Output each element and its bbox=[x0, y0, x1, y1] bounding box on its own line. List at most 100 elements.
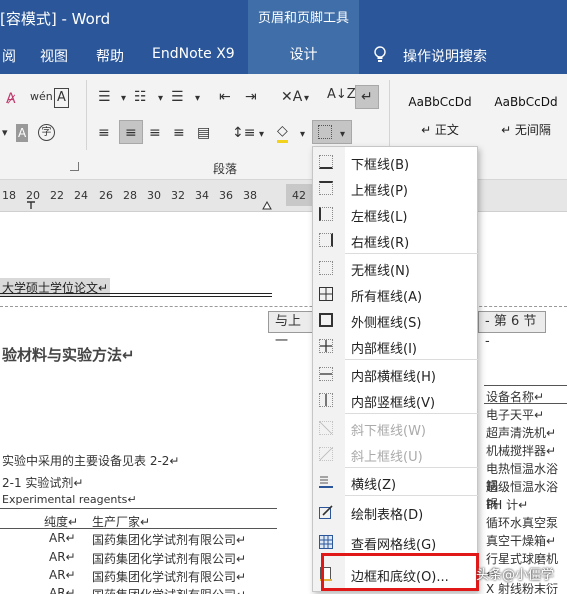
outside-borders-icon bbox=[319, 313, 333, 327]
menu-item-left-border[interactable]: 左框线(L) bbox=[313, 201, 477, 227]
char-shading-icon[interactable]: A bbox=[16, 124, 29, 142]
menu-item-inside-horizontal[interactable]: 内部横框线(H) bbox=[313, 361, 477, 387]
table-cell[interactable]: 国药集团化学试剂有限公司↵ bbox=[92, 550, 246, 567]
menu-item-label: 斜下框线(W) bbox=[351, 424, 426, 439]
ruler-number: 32 bbox=[171, 189, 185, 202]
menu-item-diagonal-up[interactable]: 斜上框线(U) bbox=[313, 441, 477, 467]
shading-icon[interactable]: ◇ bbox=[277, 122, 288, 143]
decrease-indent-icon[interactable]: ⇤ bbox=[219, 88, 231, 106]
bullets-icon[interactable]: ☰ bbox=[98, 88, 111, 106]
chevron-down-icon[interactable]: ▾ bbox=[259, 126, 264, 144]
clear-format-icon[interactable]: A̷ bbox=[6, 90, 16, 108]
menu-item-top-border[interactable]: 上框线(P) bbox=[313, 175, 477, 201]
table-cell[interactable]: 国药集团化学试剂有限公司↵ bbox=[92, 568, 246, 585]
menu-item-label: 下框线(B) bbox=[351, 158, 410, 173]
menu-item-all-borders[interactable]: 所有框线(A) bbox=[313, 281, 477, 307]
menu-item-label: 斜上框线(U) bbox=[351, 450, 423, 465]
table-rule bbox=[484, 385, 567, 386]
text-direction-icon[interactable]: ✕A bbox=[281, 88, 302, 106]
body-paragraph[interactable]: 实验中采用的主要设备见表 2-2↵ bbox=[2, 452, 179, 469]
table-caption-en[interactable]: Experimental reagents↵ bbox=[2, 493, 137, 506]
align-left-icon[interactable]: ≡ bbox=[98, 124, 110, 142]
menu-item-view-gridlines[interactable]: 查看网格线(G) bbox=[313, 529, 477, 555]
ruler-number: 36 bbox=[219, 189, 233, 202]
menu-item-right-border[interactable]: 右框线(R) bbox=[313, 227, 477, 253]
chevron-down-icon[interactable]: ▾ bbox=[300, 126, 305, 144]
section-tag: - 第 6 节 - bbox=[478, 311, 546, 349]
font-dialog-launcher-icon[interactable] bbox=[70, 162, 79, 171]
document-page[interactable] bbox=[0, 212, 567, 594]
table-cell[interactable]: AR↵ bbox=[49, 586, 76, 594]
lightbulb-icon[interactable] bbox=[373, 46, 387, 64]
line-spacing-icon[interactable]: ↕≡ bbox=[232, 124, 255, 142]
menu-divider bbox=[345, 467, 478, 468]
paragraph-group-label: 段落 bbox=[213, 162, 238, 176]
numbering-icon[interactable]: ☷ bbox=[134, 88, 147, 106]
table-cell[interactable]: 国药集团化学试剂有限公司↵ bbox=[92, 531, 246, 548]
tab-review[interactable]: 阅 bbox=[2, 46, 16, 66]
tab-design[interactable]: 设计 bbox=[248, 37, 359, 74]
menu-item-outside-borders[interactable]: 外侧框线(S) bbox=[313, 307, 477, 333]
chevron-down-icon[interactable]: ▾ bbox=[195, 90, 200, 108]
distributed-icon[interactable]: ▤ bbox=[197, 124, 210, 142]
align-center-icon: ≡ bbox=[125, 125, 137, 141]
right-indent-marker-icon[interactable] bbox=[262, 200, 272, 210]
menu-item-inside-borders[interactable]: 内部框线(I) bbox=[313, 333, 477, 359]
tell-me-search[interactable]: 操作说明搜索 bbox=[403, 46, 487, 66]
style-normal[interactable]: AaBbCcDd ↵ 正文 bbox=[398, 78, 482, 148]
tab-endnote[interactable]: EndNote X9 bbox=[152, 46, 235, 62]
align-right-icon[interactable]: ≡ bbox=[149, 124, 161, 142]
tab-view[interactable]: 视图 bbox=[40, 46, 68, 66]
diagonal-down-border-icon bbox=[319, 421, 333, 435]
style-no-spacing[interactable]: AaBbCcDd ↵ 无间隔 bbox=[484, 78, 567, 148]
menu-item-diagonal-down[interactable]: 斜下框线(W) bbox=[313, 415, 477, 441]
justify-icon[interactable]: ≡ bbox=[173, 124, 185, 142]
menu-item-no-border[interactable]: 无框线(N) bbox=[313, 255, 477, 281]
equipment-cell[interactable]: PH 计↵ bbox=[486, 496, 528, 513]
table-cell[interactable]: AR↵ bbox=[49, 550, 76, 564]
inside-vertical-border-icon bbox=[319, 393, 333, 407]
styles-gallery: AaBbCcDd ↵ 正文 AaBbCcDd ↵ 无间隔 bbox=[398, 78, 567, 152]
header-rule bbox=[0, 293, 272, 294]
equipment-cell[interactable]: 循环水真空泵 bbox=[486, 514, 558, 531]
style-name: ↵ 无间隔 bbox=[501, 123, 551, 137]
all-borders-icon bbox=[319, 287, 333, 301]
sort-icon[interactable]: A↓Z bbox=[327, 86, 356, 104]
menu-item-label: 所有框线(A) bbox=[351, 290, 423, 305]
table-rule bbox=[0, 528, 277, 529]
increase-indent-icon[interactable]: ⇥ bbox=[245, 88, 257, 106]
menu-item-horizontal-line[interactable]: 横线(Z) bbox=[313, 469, 477, 495]
ruler-number: 30 bbox=[147, 189, 161, 202]
phonetic-guide-icon[interactable]: wén bbox=[30, 88, 53, 106]
indent-marker-icon[interactable] bbox=[26, 200, 36, 210]
menu-item-draw-table[interactable]: 绘制表格(D) bbox=[313, 499, 477, 525]
tab-help[interactable]: 帮助 bbox=[96, 46, 124, 66]
equipment-cell[interactable]: 电子天平↵ bbox=[486, 406, 544, 423]
chapter-heading[interactable]: 验材料与实验方法↵ bbox=[2, 344, 135, 365]
multilevel-list-icon[interactable]: ☰ bbox=[171, 88, 184, 106]
equipment-cell[interactable]: 真空干燥箱↵ bbox=[486, 532, 556, 549]
chevron-down-icon[interactable]: ▾ bbox=[158, 90, 163, 108]
equipment-cell[interactable]: 机械搅拌器↵ bbox=[486, 442, 556, 459]
char-border-icon[interactable]: A bbox=[54, 88, 69, 108]
table-cell[interactable]: AR↵ bbox=[49, 531, 76, 545]
borders-icon bbox=[318, 125, 332, 139]
top-border-icon bbox=[319, 181, 333, 195]
borders-dropdown-menu: 下框线(B) 上框线(P) 左框线(L) 右框线(R) 无框线(N) 所有框线(… bbox=[312, 146, 478, 592]
left-border-icon bbox=[319, 207, 333, 221]
menu-item-label: 外侧框线(S) bbox=[351, 316, 422, 331]
ruler-number: 28 bbox=[123, 189, 137, 202]
chevron-down-icon[interactable]: ▾ bbox=[121, 90, 126, 108]
enclose-char-icon[interactable]: 字 bbox=[38, 124, 55, 141]
menu-item-inside-vertical[interactable]: 内部竖框线(V) bbox=[313, 387, 477, 413]
draw-table-icon bbox=[319, 505, 333, 519]
equipment-cell[interactable]: 超声清洗机↵ bbox=[486, 424, 556, 441]
chevron-down-icon[interactable]: ▾ bbox=[2, 124, 8, 142]
table-cell[interactable]: AR↵ bbox=[49, 568, 76, 582]
table-caption[interactable]: 2-1 实验试剂↵ bbox=[2, 474, 83, 491]
menu-item-bottom-border[interactable]: 下框线(B) bbox=[313, 149, 477, 175]
horizontal-ruler[interactable]: 18 20 22 24 26 28 30 32 34 36 38 42 bbox=[0, 180, 567, 212]
table-cell[interactable]: 国药集团化学试剂有限公司↵ bbox=[92, 586, 246, 594]
chevron-down-icon[interactable]: ▾ bbox=[304, 90, 309, 108]
header-text[interactable]: 大学硕士学位论文↵ bbox=[0, 278, 111, 297]
